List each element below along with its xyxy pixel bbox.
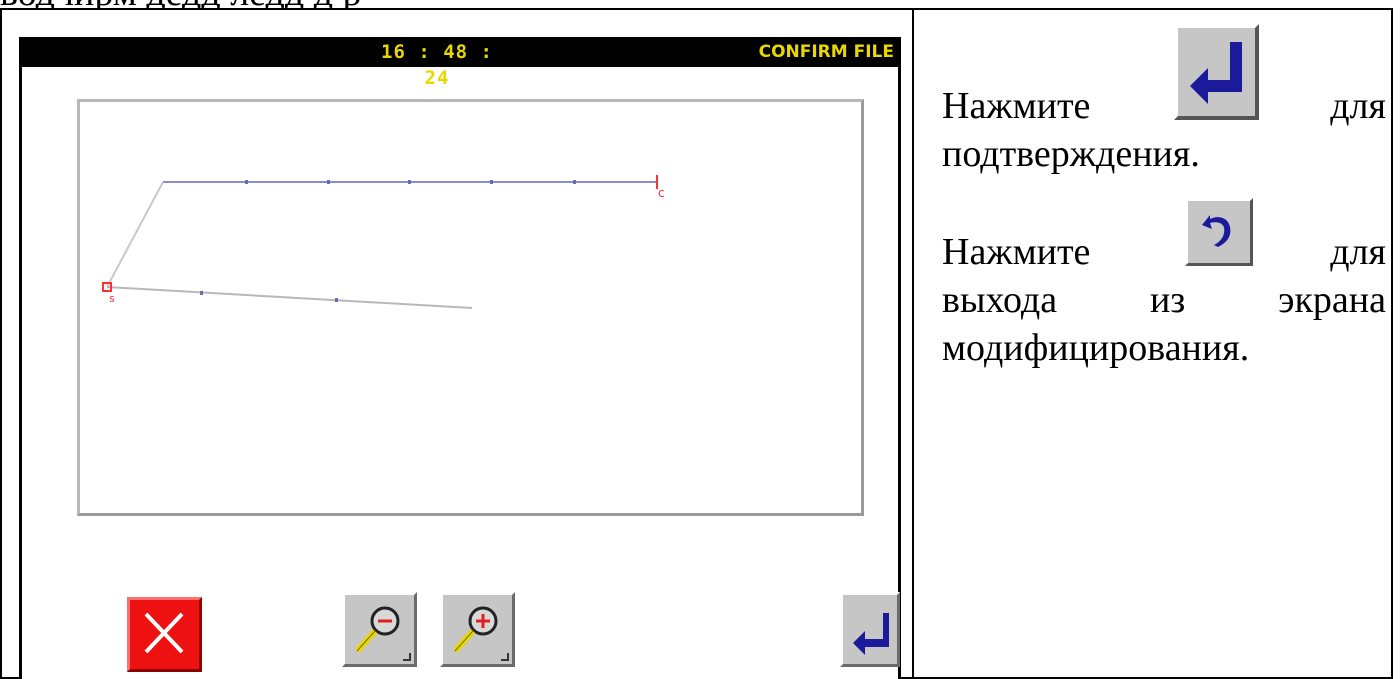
confirm-instruction: Нажмите для подтверждения.	[942, 82, 1386, 178]
exit-instruction: Нажмите для выхода из экрана модифициров…	[942, 228, 1386, 372]
close-icon	[144, 612, 184, 654]
machine-screen: 16 : 48 : 24 CONFIRM FILE c s	[19, 37, 901, 679]
instr-rest: модифицирования.	[942, 327, 1250, 369]
instr-rest: подтверждения.	[942, 133, 1200, 175]
table-divider	[912, 8, 914, 679]
instr-word: экрана	[1278, 279, 1386, 321]
clock-display: 16 : 48 : 24	[381, 41, 493, 89]
point-label-start: s	[109, 292, 115, 305]
instr-for-word: для	[1330, 231, 1386, 273]
instr-word: из	[1149, 279, 1186, 321]
cut-off-top-text: водчирм дедд ледд д р	[0, 0, 1400, 8]
enter-icon	[853, 613, 889, 655]
instr-press-word: Нажмите	[942, 231, 1091, 273]
title-bar: 16 : 48 : 24 CONFIRM FILE	[22, 37, 898, 89]
pattern-preview: c s	[77, 99, 864, 516]
zoom-out-button[interactable]	[342, 592, 417, 667]
confirm-button[interactable]	[840, 592, 900, 667]
instr-word: выхода	[942, 279, 1058, 321]
stitch-connector	[106, 181, 164, 288]
cancel-button[interactable]	[127, 597, 202, 672]
zoom-in-button[interactable]	[440, 592, 515, 667]
instr-press-word: Нажмите	[942, 85, 1091, 127]
point-label-end: c	[658, 186, 665, 200]
corner-indicator	[501, 653, 509, 661]
instr-for-word: для	[1330, 85, 1386, 127]
stitch-line-lower	[106, 286, 473, 309]
screen-mode-title: CONFIRM FILE	[758, 42, 894, 62]
corner-indicator	[403, 653, 411, 661]
end-point-marker: c	[656, 175, 665, 200]
